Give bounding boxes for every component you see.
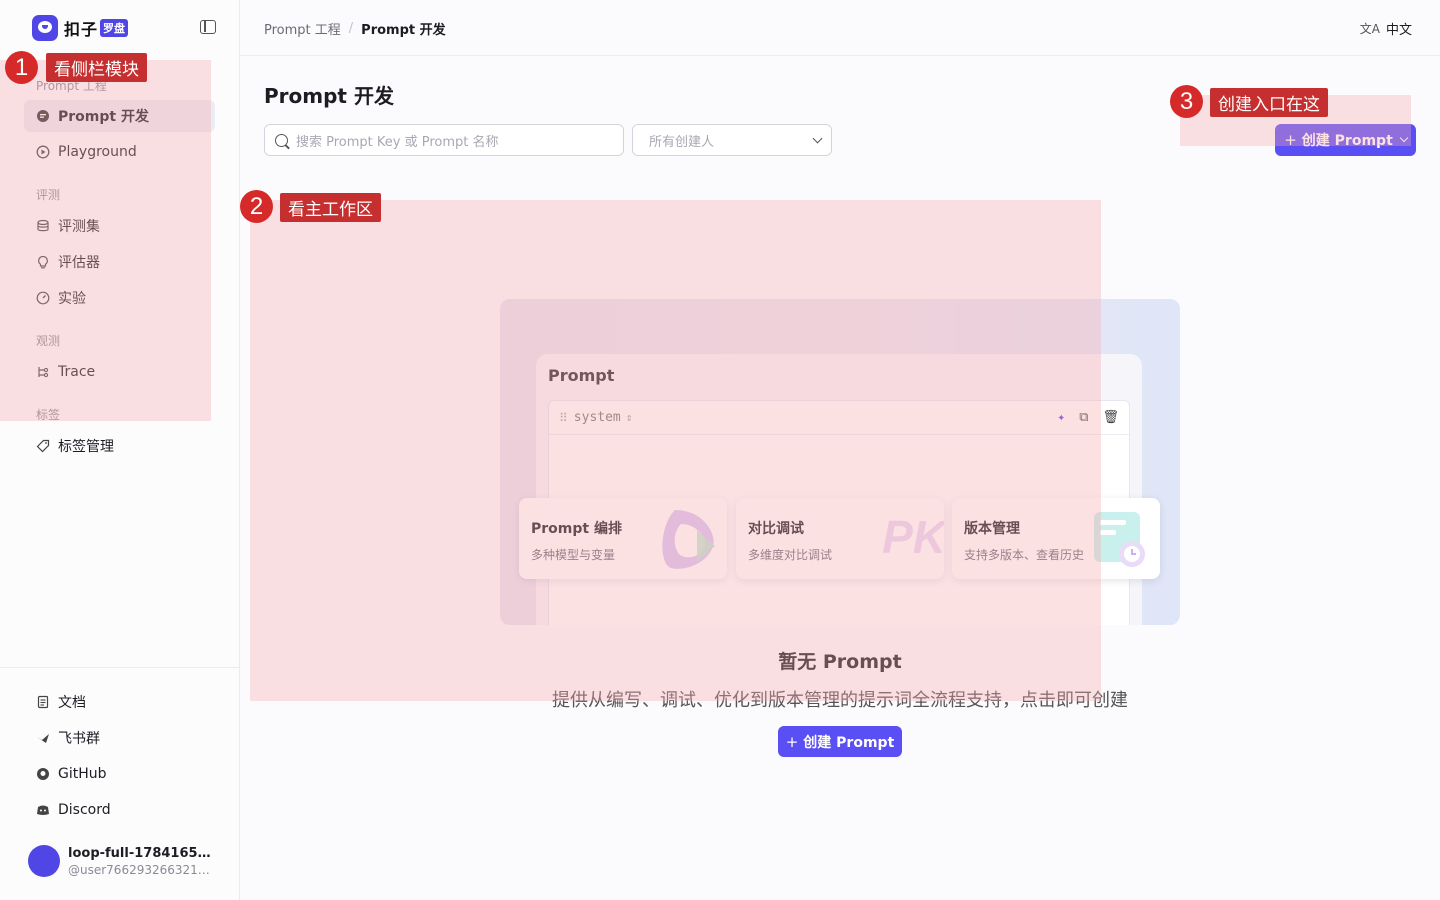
plus-icon: +	[785, 732, 799, 751]
discord-icon	[36, 803, 50, 817]
sidebar-item-label: 飞书群	[58, 731, 100, 747]
creator-select-placeholder: 所有创建人	[649, 134, 715, 150]
annotation-number-2: 2	[240, 190, 273, 223]
annotation-overlay-workspace	[250, 200, 1101, 701]
empty-create-prompt-button[interactable]: + 创建 Prompt	[778, 726, 902, 757]
logo-icon	[32, 15, 58, 41]
sidebar-item-feishu[interactable]: 飞书群	[24, 722, 215, 754]
annotation-label-1: 看侧栏模块	[46, 53, 147, 82]
user-handle: @user76629326632121...	[68, 862, 213, 877]
page-title: Prompt 开发	[264, 84, 394, 108]
sidebar-item-label: 标签管理	[58, 439, 114, 455]
translate-icon: 文A	[1359, 22, 1380, 36]
language-switcher[interactable]: 文A 中文	[1360, 19, 1412, 38]
breadcrumb-item-current: Prompt 开发	[361, 23, 446, 38]
annotation-label-3: 创建入口在这	[1210, 88, 1328, 117]
user-profile[interactable]: loop-full-178416554... @user766293266321…	[28, 845, 213, 877]
sidebar-item-github[interactable]: GitHub	[24, 758, 215, 790]
annotation-number-3: 3	[1170, 85, 1203, 118]
sidebar-item-label: GitHub	[58, 766, 107, 782]
feishu-icon	[36, 731, 50, 745]
tag-icon	[36, 439, 50, 453]
annotation-overlay-sidebar	[0, 60, 211, 421]
sidebar-item-tag-manage[interactable]: 标签管理	[24, 430, 215, 462]
annotation-label-2: 看主工作区	[280, 193, 381, 222]
sidebar-item-label: Discord	[58, 802, 111, 818]
search-icon	[275, 133, 288, 147]
logo-badge: 罗盘	[100, 19, 129, 37]
user-name: loop-full-178416554...	[68, 845, 213, 861]
language-label: 中文	[1385, 23, 1412, 38]
search-input[interactable]: 搜索 Prompt Key 或 Prompt 名称	[264, 124, 624, 156]
annotation-number-1: 1	[5, 51, 38, 84]
topbar: Prompt 工程 / Prompt 开发 文A 中文	[240, 0, 1440, 56]
breadcrumb: Prompt 工程 / Prompt 开发	[264, 19, 446, 38]
breadcrumb-item-prompt-engineering[interactable]: Prompt 工程	[264, 19, 341, 38]
create-prompt-label: 创建 Prompt	[803, 734, 895, 751]
sidebar-collapse-icon[interactable]	[200, 20, 216, 34]
breadcrumb-separator: /	[348, 21, 354, 36]
search-placeholder: 搜索 Prompt Key 或 Prompt 名称	[296, 134, 499, 150]
sidebar-item-discord[interactable]: Discord	[24, 794, 215, 826]
chevron-down-icon	[812, 133, 823, 143]
creator-select[interactable]: 所有创建人	[632, 124, 832, 156]
trash-icon: 🗑	[1102, 410, 1119, 425]
app-logo[interactable]: 扣子 罗盘	[32, 15, 129, 41]
github-icon	[36, 767, 50, 781]
avatar	[28, 845, 60, 877]
logo-text: 扣子	[64, 20, 99, 39]
